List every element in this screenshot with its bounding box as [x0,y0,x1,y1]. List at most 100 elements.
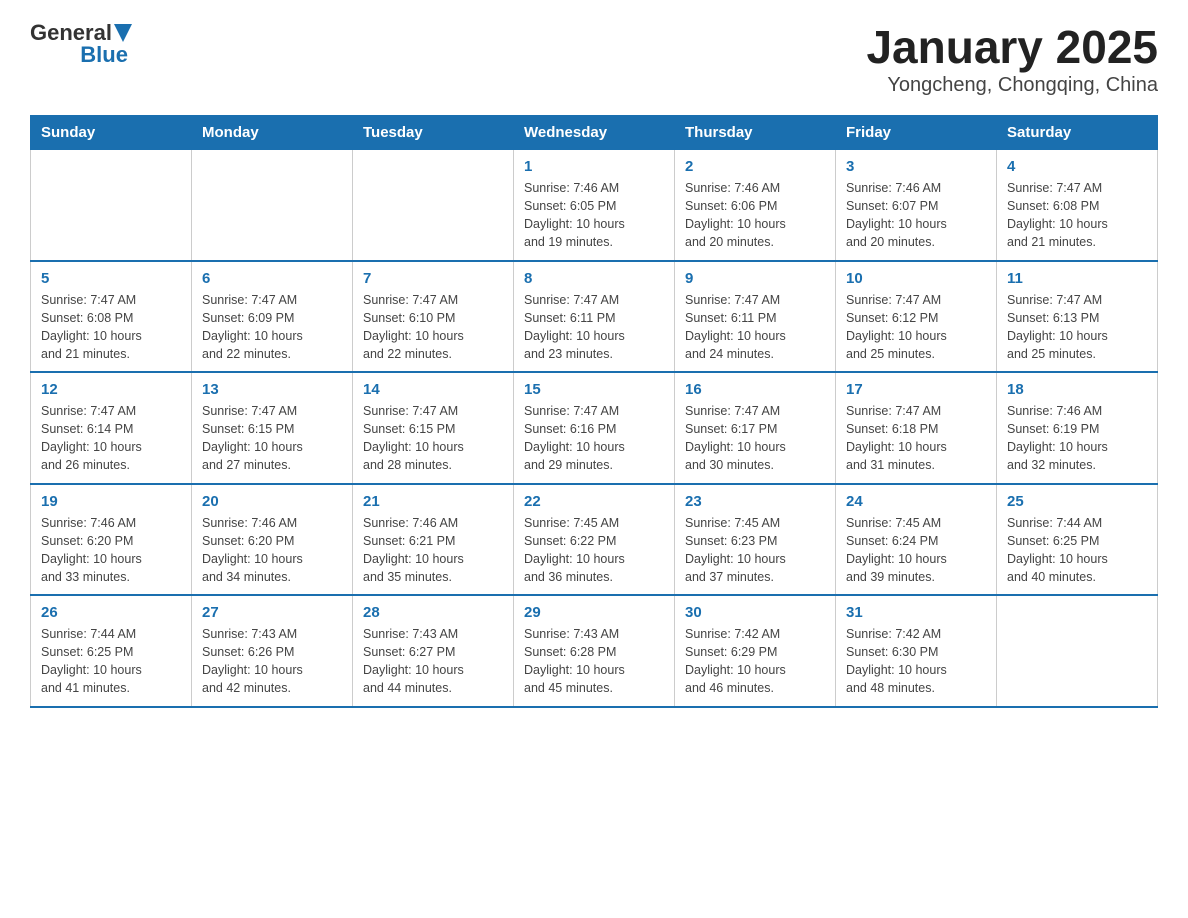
day-number: 4 [1007,158,1147,175]
calendar-cell: 9Sunrise: 7:47 AM Sunset: 6:11 PM Daylig… [675,261,836,373]
column-header-wednesday: Wednesday [514,116,675,150]
calendar-cell: 25Sunrise: 7:44 AM Sunset: 6:25 PM Dayli… [997,484,1158,596]
day-number: 8 [524,270,664,287]
calendar-cell: 21Sunrise: 7:46 AM Sunset: 6:21 PM Dayli… [353,484,514,596]
calendar-cell: 26 Sunrise: 7:44 AM Sunset: 6:25 PM Dayli… [31,595,192,707]
calendar-cell: 24 Sunrise: 7:45 AM Sunset: 6:24 PM Dayli… [836,484,997,596]
day-info: Sunrise: 7:47 AM Sunset: 6:16 PM Dayligh… [524,402,664,475]
calendar-cell: 10Sunrise: 7:47 AM Sunset: 6:12 PM Dayli… [836,261,997,373]
calendar-cell: 2Sunrise: 7:46 AM Sunset: 6:06 PM Daylig… [675,150,836,261]
day-info: Sunrise: 7:43 AM Sunset: 6:26 PM Dayligh… [202,625,342,698]
day-number: 31 [846,604,986,621]
calendar-cell: 18 Sunrise: 7:46 AM Sunset: 6:19 PM Dayli… [997,372,1158,484]
day-info: Sunrise: 7:47 AM Sunset: 6:17 PM Dayligh… [685,402,825,475]
column-header-tuesday: Tuesday [353,116,514,150]
day-info: Sunrise: 7:47 AM Sunset: 6:14 PM Dayligh… [41,402,181,475]
calendar-cell [31,150,192,261]
day-number: 27 [202,604,342,621]
day-info: Sunrise: 7:47 AM Sunset: 6:18 PM Dayligh… [846,402,986,475]
day-number: 26 [41,604,181,621]
calendar-cell: 31 Sunrise: 7:42 AM Sunset: 6:30 PM Dayli… [836,595,997,707]
day-info: Sunrise: 7:47 AM Sunset: 6:10 PM Dayligh… [363,291,503,364]
day-info: Sunrise: 7:46 AM Sunset: 6:07 PM Dayligh… [846,179,986,252]
page-subtitle: Yongcheng, Chongqing, China [866,74,1158,97]
column-header-monday: Monday [192,116,353,150]
day-info: Sunrise: 7:47 AM Sunset: 6:11 PM Dayligh… [524,291,664,364]
calendar-cell: 17 Sunrise: 7:47 AM Sunset: 6:18 PM Dayli… [836,372,997,484]
calendar-table: SundayMondayTuesdayWednesdayThursdayFrid… [30,115,1158,708]
day-number: 23 [685,493,825,510]
day-info: Sunrise: 7:45 AM Sunset: 6:22 PM Dayligh… [524,514,664,587]
calendar-cell: 13 Sunrise: 7:47 AM Sunset: 6:15 PM Dayli… [192,372,353,484]
day-number: 5 [41,270,181,287]
calendar-cell: 23 Sunrise: 7:45 AM Sunset: 6:23 PM Dayli… [675,484,836,596]
day-number: 18 [1007,381,1147,398]
week-row-2: 5 Sunrise: 7:47 AM Sunset: 6:08 PM Daylig… [31,261,1158,373]
day-info: Sunrise: 7:43 AM Sunset: 6:27 PM Dayligh… [363,625,503,698]
column-header-friday: Friday [836,116,997,150]
day-number: 21 [363,493,503,510]
week-row-1: 1 Sunrise: 7:46 AM Sunset: 6:05 PM Daylig… [31,150,1158,261]
calendar-header-row: SundayMondayTuesdayWednesdayThursdayFrid… [31,116,1158,150]
calendar-cell [192,150,353,261]
calendar-cell: 29Sunrise: 7:43 AM Sunset: 6:28 PM Dayli… [514,595,675,707]
logo-icon [114,24,132,42]
page-title: January 2025 [866,20,1158,74]
day-number: 12 [41,381,181,398]
day-info: Sunrise: 7:47 AM Sunset: 6:15 PM Dayligh… [202,402,342,475]
day-info: Sunrise: 7:45 AM Sunset: 6:24 PM Dayligh… [846,514,986,587]
calendar-cell: 7 Sunrise: 7:47 AM Sunset: 6:10 PM Daylig… [353,261,514,373]
day-number: 1 [524,158,664,175]
day-info: Sunrise: 7:42 AM Sunset: 6:30 PM Dayligh… [846,625,986,698]
calendar-cell: 14 Sunrise: 7:47 AM Sunset: 6:15 PM Dayli… [353,372,514,484]
title-area: January 2025 Yongcheng, Chongqing, China [866,20,1158,97]
day-info: Sunrise: 7:47 AM Sunset: 6:09 PM Dayligh… [202,291,342,364]
calendar-cell: 6 Sunrise: 7:47 AM Sunset: 6:09 PM Daylig… [192,261,353,373]
calendar-cell: 8 Sunrise: 7:47 AM Sunset: 6:11 PM Daylig… [514,261,675,373]
day-info: Sunrise: 7:46 AM Sunset: 6:05 PM Dayligh… [524,179,664,252]
day-number: 24 [846,493,986,510]
calendar-cell [997,595,1158,707]
day-info: Sunrise: 7:44 AM Sunset: 6:25 PM Dayligh… [41,625,181,698]
logo-blue: Blue [80,42,132,68]
day-info: Sunrise: 7:47 AM Sunset: 6:08 PM Dayligh… [1007,179,1147,252]
day-info: Sunrise: 7:46 AM Sunset: 6:06 PM Dayligh… [685,179,825,252]
day-number: 15 [524,381,664,398]
column-header-saturday: Saturday [997,116,1158,150]
day-number: 10 [846,270,986,287]
day-number: 3 [846,158,986,175]
calendar-cell: 22Sunrise: 7:45 AM Sunset: 6:22 PM Dayli… [514,484,675,596]
calendar-cell: 30 Sunrise: 7:42 AM Sunset: 6:29 PM Dayli… [675,595,836,707]
column-header-sunday: Sunday [31,116,192,150]
day-number: 25 [1007,493,1147,510]
calendar-cell: 1 Sunrise: 7:46 AM Sunset: 6:05 PM Daylig… [514,150,675,261]
calendar-cell: 19Sunrise: 7:46 AM Sunset: 6:20 PM Dayli… [31,484,192,596]
calendar-cell: 11 Sunrise: 7:47 AM Sunset: 6:13 PM Dayli… [997,261,1158,373]
day-info: Sunrise: 7:46 AM Sunset: 6:20 PM Dayligh… [202,514,342,587]
week-row-3: 12 Sunrise: 7:47 AM Sunset: 6:14 PM Dayli… [31,372,1158,484]
day-info: Sunrise: 7:45 AM Sunset: 6:23 PM Dayligh… [685,514,825,587]
day-number: 28 [363,604,503,621]
calendar-cell: 4 Sunrise: 7:47 AM Sunset: 6:08 PM Daylig… [997,150,1158,261]
day-number: 13 [202,381,342,398]
calendar-cell: 28 Sunrise: 7:43 AM Sunset: 6:27 PM Dayli… [353,595,514,707]
day-number: 20 [202,493,342,510]
day-info: Sunrise: 7:42 AM Sunset: 6:29 PM Dayligh… [685,625,825,698]
page-header: General Blue January 2025 Yongcheng, Cho… [30,20,1158,97]
day-number: 19 [41,493,181,510]
calendar-cell: 5 Sunrise: 7:47 AM Sunset: 6:08 PM Daylig… [31,261,192,373]
day-number: 14 [363,381,503,398]
day-number: 9 [685,270,825,287]
calendar-cell: 12 Sunrise: 7:47 AM Sunset: 6:14 PM Dayli… [31,372,192,484]
day-number: 30 [685,604,825,621]
calendar-cell [353,150,514,261]
calendar-cell: 15 Sunrise: 7:47 AM Sunset: 6:16 PM Dayli… [514,372,675,484]
day-info: Sunrise: 7:47 AM Sunset: 6:13 PM Dayligh… [1007,291,1147,364]
day-number: 11 [1007,270,1147,287]
day-number: 17 [846,381,986,398]
day-number: 6 [202,270,342,287]
day-info: Sunrise: 7:47 AM Sunset: 6:15 PM Dayligh… [363,402,503,475]
day-info: Sunrise: 7:47 AM Sunset: 6:08 PM Dayligh… [41,291,181,364]
day-number: 7 [363,270,503,287]
day-info: Sunrise: 7:46 AM Sunset: 6:19 PM Dayligh… [1007,402,1147,475]
